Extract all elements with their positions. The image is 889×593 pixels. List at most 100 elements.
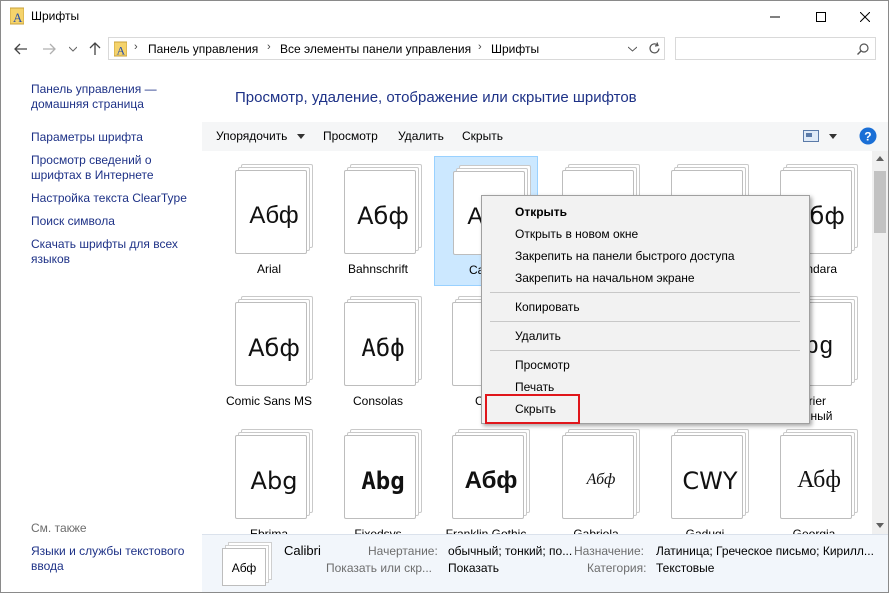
preview-button[interactable]: Просмотр — [323, 129, 378, 143]
cleartype-link[interactable]: Настройка текста ClearType — [31, 191, 201, 206]
font-sample-text: Абф — [361, 334, 405, 362]
maximize-button[interactable] — [798, 1, 844, 32]
breadcrumb-fonts[interactable]: Шрифты — [491, 42, 539, 56]
breadcrumb-separator: › — [478, 41, 482, 53]
menu-item-open-new-window[interactable]: Открыть в новом окне — [515, 227, 638, 241]
chevron-down-icon — [69, 46, 77, 52]
minimize-button[interactable] — [752, 1, 798, 32]
menu-item-copy[interactable]: Копировать — [515, 300, 580, 314]
details-showhide-key: Показать или скр... — [326, 561, 433, 575]
online-font-info-link[interactable]: Просмотр сведений о шрифтах в Интернете — [31, 153, 201, 183]
menu-separator — [490, 350, 800, 351]
close-button[interactable] — [842, 1, 888, 32]
details-font-name: Calibri — [284, 543, 321, 558]
up-arrow-icon — [89, 42, 101, 55]
font-name-label: Georgia — [792, 527, 836, 534]
font-name-label: Franklin Gothic — [445, 527, 527, 534]
command-bar: Упорядочить Просмотр Удалить Скрыть ? — [202, 122, 888, 151]
address-history-chevron-icon[interactable] — [628, 46, 637, 52]
hide-button[interactable]: Скрыть — [462, 129, 503, 143]
scroll-down-icon[interactable] — [876, 523, 884, 528]
font-name-label: Ebrima — [249, 527, 288, 534]
font-tile[interactable]: Абф Franklin Gothic — [434, 421, 538, 534]
details-style-value: обычный; тонкий; по... — [448, 544, 573, 558]
menu-item-pin-quick-access[interactable]: Закрепить на панели быстрого доступа — [515, 249, 735, 263]
details-showhide-value: Показать — [448, 561, 500, 575]
menu-item-preview[interactable]: Просмотр — [515, 358, 570, 372]
context-menu: Открыть Открыть в новом окне Закрепить н… — [481, 195, 810, 424]
font-name-label: Gadugi — [685, 527, 725, 534]
font-sample-text: Абф — [357, 202, 409, 230]
menu-separator — [490, 292, 800, 293]
svg-text:?: ? — [864, 130, 871, 144]
font-tile[interactable]: Абф Georgia — [762, 421, 866, 534]
breadcrumb-all-items[interactable]: Все элементы панели управления — [280, 42, 471, 56]
font-sample-text: Abg — [361, 467, 405, 495]
font-name-label: Bahnschrift — [347, 262, 409, 276]
font-sample-text: Абф — [248, 334, 300, 362]
svg-text:A: A — [117, 44, 126, 58]
font-tile[interactable]: Абф Arial — [217, 156, 321, 286]
search-icon — [857, 43, 869, 55]
font-file-icon: Абф — [452, 429, 530, 519]
font-sample-text: Абф — [464, 467, 518, 494]
font-name-label: Gabriola — [573, 527, 619, 534]
delete-button[interactable]: Удалить — [398, 129, 444, 143]
menu-item-pin-start[interactable]: Закрепить на начальном экране — [515, 271, 695, 285]
font-tile[interactable]: CWY Gadugi — [653, 421, 757, 534]
refresh-icon[interactable] — [648, 42, 661, 55]
font-sample-text: CWY — [682, 467, 738, 495]
vertical-scrollbar[interactable] — [872, 151, 888, 534]
font-tile[interactable]: Абф Bahnschrift — [326, 156, 430, 286]
breadcrumb-separator: › — [267, 41, 271, 53]
font-settings-link[interactable]: Параметры шрифта — [31, 130, 201, 145]
menu-separator — [490, 321, 800, 322]
organize-button[interactable]: Упорядочить — [216, 129, 305, 143]
find-character-link[interactable]: Поиск символа — [31, 214, 201, 229]
scroll-up-icon[interactable] — [876, 156, 884, 161]
up-button[interactable] — [85, 39, 105, 59]
menu-item-print[interactable]: Печать — [515, 380, 554, 394]
font-sample-text: Абф — [586, 471, 616, 488]
font-name-label: Arial — [256, 262, 281, 276]
font-tile[interactable]: Abg Ebrima — [217, 421, 321, 534]
back-button[interactable] — [11, 39, 31, 59]
font-tile[interactable]: Abg Fixedsys — [326, 421, 430, 534]
recent-locations-button[interactable] — [63, 39, 83, 59]
languages-link[interactable]: Языки и службы текстового ввода — [31, 544, 201, 574]
fonts-window: A Шрифты A › Панель управления › Все эле… — [0, 0, 889, 593]
font-tile[interactable]: Абф Gabriola — [544, 421, 648, 534]
font-sample-text: Abg — [250, 467, 298, 495]
forward-button[interactable] — [39, 39, 59, 59]
help-icon[interactable]: ? — [859, 127, 877, 145]
search-input[interactable] — [675, 37, 876, 60]
details-thumbnail: Абф — [222, 542, 272, 588]
forward-arrow-icon — [43, 43, 56, 55]
breadcrumb-control-panel[interactable]: Панель управления — [148, 42, 258, 56]
control-panel-home-link[interactable]: Панель управления — домашняя страница — [31, 82, 201, 112]
menu-item-open[interactable]: Открыть — [515, 205, 567, 219]
svg-text:A: A — [13, 10, 23, 25]
details-pane: Абф Calibri Начертание: обычный; тонкий;… — [202, 534, 888, 592]
font-tile[interactable]: Абф Consolas — [326, 288, 430, 418]
view-menu-arrow-icon[interactable] — [829, 134, 837, 139]
close-icon — [860, 11, 870, 22]
font-file-icon: Abg — [235, 429, 313, 519]
font-name-label: Comic Sans MS — [225, 394, 313, 408]
menu-item-delete[interactable]: Удалить — [515, 329, 561, 343]
title-bar: A Шрифты — [1, 1, 888, 32]
page-title: Просмотр, удаление, отображение или скры… — [235, 89, 637, 106]
back-arrow-icon — [14, 43, 27, 55]
font-file-icon: Абф — [344, 164, 422, 254]
view-options-icon[interactable] — [803, 130, 819, 142]
dropdown-arrow-icon — [296, 134, 305, 140]
details-purpose-value: Латиница; Греческое письмо; Кирилл... — [656, 544, 874, 558]
font-file-icon: CWY — [671, 429, 749, 519]
address-bar[interactable]: A › Панель управления › Все элементы пан… — [108, 37, 665, 60]
see-also-heading: См. также — [31, 521, 87, 535]
fonts-folder-icon: A — [114, 41, 127, 57]
download-fonts-link[interactable]: Скачать шрифты для всех языков — [31, 237, 201, 267]
font-tile[interactable]: Абф Comic Sans MS — [217, 288, 321, 418]
maximize-icon — [816, 11, 826, 22]
scroll-thumb[interactable] — [874, 171, 886, 233]
